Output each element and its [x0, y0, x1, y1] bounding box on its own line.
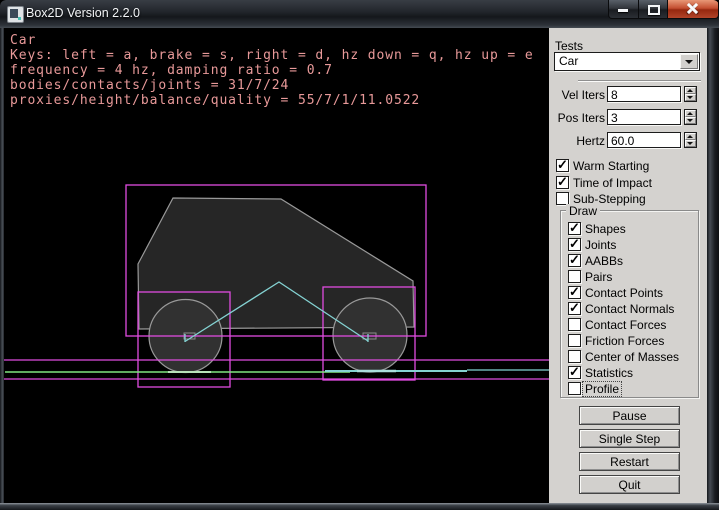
checkbox-label: AABBs	[585, 254, 623, 268]
spinner-up-button[interactable]	[685, 110, 696, 117]
checkbox-box	[568, 350, 581, 363]
checkbox-label: Contact Normals	[585, 302, 674, 316]
maximize-icon	[648, 5, 660, 15]
arrow-up-icon	[687, 89, 693, 92]
checkbox-label: Statistics	[585, 366, 633, 380]
stats-line: Car	[10, 33, 36, 48]
dropdown-arrow-button[interactable]	[680, 54, 698, 69]
checkbox-box	[568, 334, 581, 347]
titlebar[interactable]: Box2D Version 2.2.0	[0, 0, 719, 29]
quit-button[interactable]: Quit	[579, 475, 680, 494]
checkbox-box: ✓	[556, 176, 569, 189]
test-select-dropdown[interactable]: Car	[554, 52, 700, 71]
checkbox-box: ✓	[568, 286, 581, 299]
app-icon	[7, 6, 24, 23]
pos-iters-stepper[interactable]	[684, 109, 697, 125]
checkbox-box	[568, 318, 581, 331]
checkbox-label: Friction Forces	[585, 334, 664, 348]
checkbox-label: Warm Starting	[573, 159, 649, 173]
checkbox-box: ✓	[556, 159, 569, 172]
test-select-value: Car	[559, 54, 578, 68]
checkbox-label: Shapes	[585, 222, 626, 236]
app-window: Box2D Version 2.2.0	[0, 0, 719, 510]
vel-iters-stepper[interactable]	[684, 86, 697, 102]
checkbox-label: Contact Forces	[585, 318, 666, 332]
restart-button[interactable]: Restart	[579, 452, 680, 471]
check-icon: ✓	[557, 174, 568, 190]
checkbox-label: Joints	[585, 238, 616, 252]
vel-iters-label: Vel Iters	[549, 88, 605, 102]
checkbox-label: Time of Impact	[573, 176, 652, 190]
arrow-down-icon	[687, 119, 693, 122]
close-button[interactable]	[667, 0, 719, 19]
arrow-up-icon	[687, 135, 693, 138]
simulation-canvas[interactable]: Car Keys: left = a, brake = s, right = d…	[4, 28, 549, 503]
draw-group-title: Draw	[566, 204, 600, 218]
control-panel: Tests Car Vel Iters Pos Iters Hertz ✓ Wa	[549, 28, 707, 503]
spinner-down-button[interactable]	[685, 94, 696, 101]
spinner-up-button[interactable]	[685, 87, 696, 94]
check-icon: ✓	[569, 252, 580, 268]
check-icon: ✓	[569, 220, 580, 236]
stats-line: Keys: left = a, brake = s, right = d, hz…	[10, 48, 534, 63]
hertz-label: Hertz	[549, 134, 605, 148]
check-icon: ✓	[557, 157, 568, 173]
app-icon-inner	[10, 9, 18, 18]
checkbox-label: Pairs	[585, 270, 612, 284]
check-icon: ✓	[569, 284, 580, 300]
app-icon-dot	[18, 17, 21, 20]
window-border-right	[707, 28, 719, 503]
vel-iters-field[interactable]	[607, 86, 681, 102]
window-border-bottom	[0, 503, 719, 510]
arrow-up-icon	[687, 112, 693, 115]
stats-line: bodies/contacts/joints = 31/7/24	[10, 78, 289, 93]
close-icon	[687, 3, 698, 14]
stats-text: Car Keys: left = a, brake = s, right = d…	[10, 33, 534, 108]
check-icon: ✓	[569, 364, 580, 380]
checkbox-box	[568, 382, 581, 395]
check-icon: ✓	[569, 236, 580, 252]
checkbox-box: ✓	[568, 222, 581, 235]
checkbox-label: Center of Masses	[585, 350, 679, 364]
separator	[578, 80, 701, 82]
single-step-button[interactable]: Single Step	[579, 429, 680, 448]
arrow-down-icon	[687, 142, 693, 145]
checkbox-box	[568, 270, 581, 283]
check-icon: ✓	[569, 300, 580, 316]
checkbox-label: Contact Points	[585, 286, 663, 300]
stats-line: proxies/height/balance/quality = 55/7/1/…	[10, 93, 420, 108]
checkbox-box: ✓	[568, 366, 581, 379]
checkbox-box: ✓	[568, 238, 581, 251]
stats-line: frequency = 4 hz, damping ratio = 0.7	[10, 63, 333, 78]
pos-iters-label: Pos Iters	[549, 111, 605, 125]
minimize-button[interactable]	[608, 0, 639, 19]
maximize-button[interactable]	[639, 0, 667, 19]
pause-button[interactable]: Pause	[579, 406, 680, 425]
checkbox-box: ✓	[568, 254, 581, 267]
spinner-down-button[interactable]	[685, 140, 696, 147]
tests-label: Tests	[555, 39, 583, 53]
chevron-down-icon	[685, 60, 693, 64]
hertz-field[interactable]	[607, 132, 681, 148]
hertz-stepper[interactable]	[684, 132, 697, 148]
spinner-down-button[interactable]	[685, 117, 696, 124]
checkbox-box: ✓	[568, 302, 581, 315]
checkbox-label: Profile	[583, 382, 621, 396]
pos-iters-field[interactable]	[607, 109, 681, 125]
window-controls	[608, 0, 719, 18]
front-wheel-shape	[333, 298, 407, 372]
window-title: Box2D Version 2.2.0	[26, 6, 140, 20]
spinner-up-button[interactable]	[685, 133, 696, 140]
arrow-down-icon	[687, 96, 693, 99]
minimize-icon	[618, 9, 628, 12]
